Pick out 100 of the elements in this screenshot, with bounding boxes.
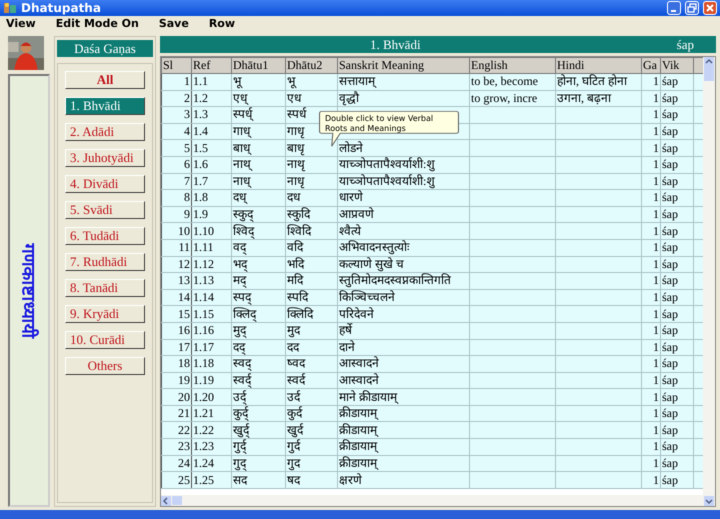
gana-button[interactable]: 2. Adādi xyxy=(65,123,145,141)
column-header[interactable]: Vik xyxy=(660,58,694,74)
table-cell: गुर्द् xyxy=(232,438,286,456)
column-header[interactable]: Sanskrit Meaning xyxy=(338,58,470,74)
table-cell: 1.4 xyxy=(192,123,232,140)
menu-item[interactable]: View xyxy=(6,16,36,30)
table-cell: 1.9 xyxy=(192,206,232,223)
table-cell: śap xyxy=(660,339,694,356)
table-cell: 1.18 xyxy=(192,356,232,372)
table-cell: 8 xyxy=(162,190,192,206)
menu-item[interactable]: Save xyxy=(158,16,189,30)
table-cell: 1.7 xyxy=(192,173,232,190)
table-cell: सद xyxy=(232,472,286,488)
table-cell: śap xyxy=(660,356,694,372)
gana-title: 1. Bhvādi xyxy=(370,36,421,52)
table-cell: śap xyxy=(660,123,694,140)
gana-button[interactable]: 6. Tudādi xyxy=(65,227,145,245)
scroll-left-icon[interactable] xyxy=(161,496,171,506)
gana-button[interactable]: 1. Bhvādi xyxy=(65,97,145,115)
scrollbar-thumb[interactable] xyxy=(172,496,182,505)
table-cell: भू xyxy=(286,74,338,90)
table-cell: śap xyxy=(660,173,694,190)
scrollbar-thumb[interactable] xyxy=(704,67,714,81)
table-cell: माने क्रीडायाम् xyxy=(338,388,470,406)
table-cell: स्पर्ध् xyxy=(232,106,286,124)
table-cell: 2 xyxy=(162,90,192,107)
table-cell: स्वर्द् xyxy=(232,372,286,389)
table-cell: 10 xyxy=(162,222,192,240)
column-header[interactable]: Ref xyxy=(192,58,232,74)
scroll-up-icon[interactable] xyxy=(704,57,714,67)
table-cell: षद xyxy=(286,472,338,488)
table-cell: एध xyxy=(286,90,338,107)
table-cell: śap xyxy=(660,405,694,422)
table-cell: एध् xyxy=(232,90,286,107)
gana-button[interactable]: 9. Kryādi xyxy=(65,305,145,323)
menu-item[interactable]: Row xyxy=(208,16,236,30)
table-cell: वद् xyxy=(232,239,286,256)
table-cell: śap xyxy=(660,472,694,488)
table-cell: 1.24 xyxy=(192,455,232,472)
gana-button[interactable]: All xyxy=(65,71,145,89)
window-title: Dhatupatha xyxy=(21,1,101,15)
gana-vikarana: śap xyxy=(676,36,694,52)
table-cell: बाधृ xyxy=(286,140,338,156)
table-cell: क्रीडायाम् xyxy=(338,455,470,472)
table-cell: कुर्द् xyxy=(232,405,286,422)
gana-button[interactable]: 5. Svādi xyxy=(65,201,145,219)
table-cell: 1.10 xyxy=(192,222,232,240)
table-cell: śap xyxy=(660,306,694,322)
table-cell: क्रीडायाम् xyxy=(338,438,470,456)
table-cell: क्लिद् xyxy=(232,306,286,322)
table-cell: किञ्चिच्चलने xyxy=(338,289,470,306)
table-cell: 16 xyxy=(162,322,192,339)
table-cell: 14 xyxy=(162,289,192,306)
table-cell: उर्द xyxy=(286,388,338,406)
side-title: गणकाष्टाध्यायी xyxy=(17,243,40,338)
table-cell: लोडने xyxy=(338,140,470,156)
table-cell: याच्ञोपतापैश्वर्याशी:शु xyxy=(338,173,470,190)
table-cell: 1.8 xyxy=(192,190,232,206)
gana-button[interactable]: 10. Curādi xyxy=(65,331,145,349)
table-cell: 11 xyxy=(162,239,192,256)
table-cell: श्वैत्ये xyxy=(338,222,470,240)
table-cell: 18 xyxy=(162,356,192,372)
restore-button[interactable] xyxy=(685,1,699,15)
column-header[interactable]: English xyxy=(470,58,556,74)
table-cell: स्वद् xyxy=(232,356,286,372)
table-cell: दध xyxy=(286,190,338,206)
close-button[interactable] xyxy=(703,1,717,15)
column-header[interactable]: Dhātu2 xyxy=(286,58,338,74)
table-cell: नाथृ xyxy=(286,156,338,174)
column-header[interactable]: Hindi xyxy=(556,58,642,74)
table-cell: मुद xyxy=(286,322,338,339)
table-cell: 3 xyxy=(162,106,192,124)
scroll-down-icon[interactable] xyxy=(704,496,714,506)
table-cell: गाध् xyxy=(232,123,286,140)
table-cell: खुर्द xyxy=(286,422,338,439)
table-cell: नाथ् xyxy=(232,156,286,174)
table-cell: दाने xyxy=(338,339,470,356)
table-cell: भदि xyxy=(286,256,338,273)
table-cell: śap xyxy=(660,256,694,273)
column-header[interactable]: Sl xyxy=(162,58,192,74)
minimize-button[interactable] xyxy=(667,1,681,15)
table-cell: मद् xyxy=(232,272,286,290)
table-cell: क्लिदि xyxy=(286,306,338,322)
table-cell: बाध् xyxy=(232,140,286,156)
gana-button[interactable]: 7. Rudhādi xyxy=(65,253,145,271)
minimize-icon xyxy=(670,10,676,12)
gana-button[interactable]: 8. Tanādi xyxy=(65,279,145,297)
gana-button[interactable]: 3. Juhotyādi xyxy=(65,149,145,167)
table-cell: 5 xyxy=(162,140,192,156)
table-cell: क्रीडायाम् xyxy=(338,405,470,422)
table-cell: 25 xyxy=(162,472,192,488)
menu-item[interactable]: Edit Mode On xyxy=(56,16,139,30)
column-header[interactable]: Dhātu1 xyxy=(232,58,286,74)
table-cell: 21 xyxy=(162,405,192,422)
table-cell: 4 xyxy=(162,123,192,140)
gana-button[interactable]: Others xyxy=(65,357,145,375)
table-cell: ष्वद xyxy=(286,356,338,372)
column-header[interactable]: Ga xyxy=(642,58,660,74)
table-cell: स्तुतिमोदमदस्वप्नकान्तिगति xyxy=(338,272,470,290)
gana-button[interactable]: 4. Divādi xyxy=(65,175,145,193)
